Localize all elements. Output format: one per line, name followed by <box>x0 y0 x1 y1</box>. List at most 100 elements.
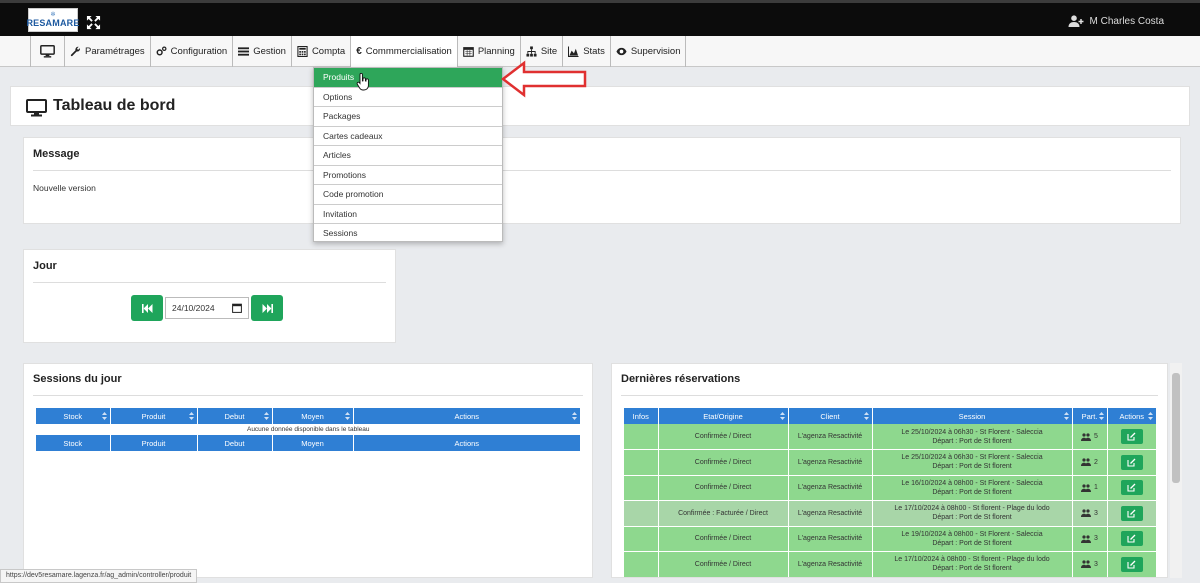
column-header-client[interactable]: Client <box>788 408 873 424</box>
dropdown-item-promotions[interactable]: Promotions <box>314 166 502 185</box>
column-header-part[interactable]: Part. <box>1072 408 1108 424</box>
column-header-stock[interactable]: Stock <box>36 408 111 424</box>
infos-cell <box>624 500 659 527</box>
header-label: Actions <box>454 411 480 421</box>
actions-cell <box>1107 424 1157 450</box>
sort-icon <box>263 412 269 420</box>
edit-button[interactable] <box>1120 480 1143 496</box>
desktop-icon <box>26 99 47 117</box>
header-label: Produit <box>141 411 166 421</box>
dropdown-item-sessions[interactable]: Sessions <box>314 224 502 244</box>
sort-icon <box>188 412 194 420</box>
fullscreen-expand-icon[interactable] <box>86 15 101 30</box>
menu-commercialisation[interactable]: € Commmercialisation <box>351 36 458 67</box>
menu-label: Paramétrages <box>85 46 145 57</box>
users-icon <box>1081 535 1092 543</box>
header-label: Client <box>820 411 840 421</box>
sessions-table: Stock Produit Debut Moyen Actions Aucune… <box>36 408 581 451</box>
session-departure: Départ : Port de St florent <box>932 514 1012 522</box>
column-header-session[interactable]: Session <box>872 408 1073 424</box>
menu-parametrages[interactable]: Paramétrages <box>65 36 151 67</box>
users-icon <box>1081 458 1092 467</box>
edit-button[interactable] <box>1120 531 1143 547</box>
participant-count: 5 <box>1094 433 1098 440</box>
dropdown-item-options[interactable]: Options <box>314 88 502 107</box>
menu-configuration[interactable]: Configuration <box>151 36 234 67</box>
calendar-icon[interactable] <box>232 303 242 313</box>
dropdown-item-cartes-cadeaux[interactable]: Cartes cadeaux <box>314 127 502 146</box>
footer-produit: Produit <box>110 435 198 451</box>
header-label: Session <box>958 411 986 421</box>
list-icon <box>238 47 250 56</box>
date-input[interactable]: 24/10/2024 <box>165 297 249 319</box>
user-menu[interactable]: M Charles Costa <box>1068 15 1164 27</box>
session-departure: Départ : Port de St florent <box>932 437 1012 445</box>
users-icon <box>1081 560 1092 569</box>
infos-cell <box>624 449 659 476</box>
scrollbar-thumb[interactable] <box>1172 373 1180 483</box>
message-text: Nouvelle version <box>33 183 96 193</box>
dropdown-item-packages[interactable]: Packages <box>314 107 502 127</box>
sort-icon <box>344 412 350 420</box>
next-day-button[interactable] <box>251 295 283 321</box>
actions-cell <box>1107 475 1157 501</box>
session-cell: Le 19/10/2024 à 08h00 - St Florent - Sal… <box>872 526 1073 552</box>
previous-day-button[interactable] <box>131 295 163 321</box>
edit-button[interactable] <box>1120 505 1143 521</box>
divider <box>621 395 1158 396</box>
participant-count: 3 <box>1094 509 1098 517</box>
column-header-actions[interactable]: Actions <box>353 408 581 424</box>
header-label: Moyen <box>301 411 324 421</box>
session-line: Le 25/10/2024 à 06h30 - St Florent - Sal… <box>901 454 1043 462</box>
resamare-logo[interactable]: ✻ RESAMARE <box>26 8 79 32</box>
column-header-etat[interactable]: Etat/Origine <box>658 408 789 424</box>
panel-title: Dernières réservations <box>621 373 741 385</box>
menu-label: Gestion <box>253 46 286 57</box>
column-header-actions[interactable]: Actions <box>1107 408 1157 424</box>
edit-button[interactable] <box>1120 556 1143 572</box>
actions-cell <box>1107 526 1157 552</box>
reservations-table: Infos Etat/Origine Client Session Part. … <box>624 408 1157 577</box>
footer-stock: Stock <box>36 435 111 451</box>
etat-cell: Confirmée / Direct <box>658 449 789 476</box>
table-row: Confirmée / Direct L'agenza Resactivité … <box>624 475 1157 501</box>
participant-count: 1 <box>1094 484 1098 492</box>
session-line: Le 16/10/2024 à 08h00 - St Florent - Sal… <box>901 479 1043 487</box>
date-value: 24/10/2024 <box>172 303 215 313</box>
menu-compta[interactable]: Compta <box>292 36 352 67</box>
session-line: Le 19/10/2024 à 08h00 - St Florent - Sal… <box>901 530 1043 538</box>
menu-gestion[interactable]: Gestion <box>233 36 292 67</box>
main-menu-bar: Paramétrages Configuration Gestion Compt… <box>0 36 1200 67</box>
column-header-infos[interactable]: Infos <box>624 408 659 424</box>
top-bar: ✻ RESAMARE M Charles Costa <box>0 0 1200 36</box>
page-scrollbar[interactable] <box>1170 363 1182 578</box>
menu-supervision[interactable]: Supervision <box>611 36 687 67</box>
client-cell: L'agenza Resactivité <box>788 551 873 577</box>
client-cell: L'agenza Resactivité <box>788 526 873 552</box>
participant-count: 2 <box>1094 458 1098 466</box>
dropdown-item-code-promotion[interactable]: Code promotion <box>314 185 502 205</box>
column-header-debut[interactable]: Debut <box>197 408 273 424</box>
header-label: Actions <box>1119 411 1145 421</box>
jour-panel: Jour 24/10/2024 <box>23 249 396 343</box>
footer-actions: Actions <box>353 435 581 451</box>
edit-button[interactable] <box>1120 454 1143 470</box>
dropdown-item-invitation[interactable]: Invitation <box>314 205 502 224</box>
menu-dashboard[interactable] <box>31 36 65 67</box>
footer-debut: Debut <box>197 435 273 451</box>
part-cell: 3 <box>1072 551 1108 577</box>
session-cell: Le 25/10/2024 à 06h30 - St Florent - Sal… <box>872 449 1073 476</box>
column-header-moyen[interactable]: Moyen <box>272 408 354 424</box>
session-departure: Départ : Port de St florent <box>932 463 1012 471</box>
area-chart-icon <box>568 46 579 57</box>
edit-button[interactable] <box>1120 429 1143 444</box>
header-label: Stock <box>63 411 83 421</box>
infos-cell <box>624 424 659 450</box>
part-cell: 1 <box>1072 475 1108 501</box>
session-line: Le 25/10/2024 à 06h30 - St Florent - Sal… <box>901 428 1043 436</box>
table-row: Confirmée / Direct L'agenza Resactivité … <box>624 526 1157 552</box>
dropdown-item-produits[interactable]: Produits <box>314 68 502 88</box>
column-header-produit[interactable]: Produit <box>110 408 198 424</box>
infos-cell <box>624 526 659 552</box>
dropdown-item-articles[interactable]: Articles <box>314 146 502 166</box>
